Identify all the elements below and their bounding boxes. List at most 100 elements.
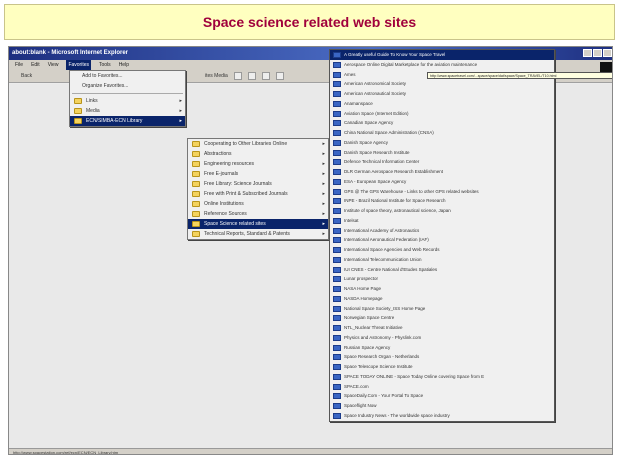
ecn-folder-item[interactable]: Online Institutions ▸ <box>188 199 328 209</box>
site-link-item[interactable]: Space Industry News - The worldwide spac… <box>330 411 554 421</box>
submenu-arrow-icon: ▸ <box>322 141 325 147</box>
menu-view[interactable]: View <box>48 60 59 70</box>
status-text: http://www.spacestation.com/ref/ecn/ECN/… <box>13 450 119 455</box>
slide-title: Space science related web sites <box>202 14 417 30</box>
site-link-item[interactable]: GPS @ The GPS Warehouse - Links to other… <box>330 187 554 197</box>
ecn-folder-item[interactable]: Free with Print & Subscribed Journals ▸ <box>188 189 328 199</box>
web-page-icon <box>333 139 341 146</box>
favorites-folder-ecn[interactable]: ECN/SIMBA-ECN Library ▸ <box>70 116 185 126</box>
menu-file[interactable]: File <box>15 60 23 70</box>
web-page-icon <box>333 393 341 400</box>
site-link-item[interactable]: INPE - Brazil National Institute for Spa… <box>330 196 554 206</box>
favorites-folder-media[interactable]: Media ▸ <box>70 106 185 116</box>
web-page-icon <box>333 412 341 419</box>
site-link-item[interactable]: NASA Home Page <box>330 284 554 294</box>
site-link-item[interactable]: Institute of space theory, astronautical… <box>330 206 554 216</box>
web-page-icon <box>333 217 341 224</box>
folder-icon <box>192 231 200 237</box>
submenu-arrow-icon: ▸ <box>322 231 325 237</box>
mail-icon[interactable] <box>247 72 256 80</box>
folder-icon <box>192 201 200 207</box>
back-button[interactable]: Back <box>21 73 32 79</box>
status-bar: http://www.spacestation.com/ref/ecn/ECN/… <box>9 448 612 455</box>
browser-screenshot: about:blank - Microsoft Internet Explore… <box>8 46 613 455</box>
organize-favorites-item[interactable]: Organize Favorites... <box>70 81 185 91</box>
ecn-folder-item[interactable]: Reference Sources ▸ <box>188 209 328 219</box>
minimize-button[interactable] <box>583 49 592 57</box>
favorites-menu: Add to Favorites... Organize Favorites..… <box>69 70 186 127</box>
site-link-item[interactable]: International Aeronautical Federation (I… <box>330 235 554 245</box>
ecn-folder-item[interactable]: Free E-journals ▸ <box>188 169 328 179</box>
site-link-item[interactable]: SPACE TODAY ONLINE - Space Today Online … <box>330 372 554 382</box>
web-page-icon <box>333 71 341 78</box>
ecn-folder-item[interactable]: Free Library: Science Journals ▸ <box>188 179 328 189</box>
site-link-item[interactable]: International Academy of Astronautics <box>330 226 554 236</box>
site-link-item[interactable]: Canadian Space Agency <box>330 118 554 128</box>
submenu-arrow-icon: ▸ <box>322 181 325 187</box>
web-page-icon <box>333 208 341 214</box>
submenu-arrow-icon: ▸ <box>179 98 182 104</box>
site-link-item[interactable]: NTL_Nuclear Threat Initiative <box>330 323 554 333</box>
web-page-icon <box>333 305 341 312</box>
toolbar-favorites-label[interactable]: ites Media <box>205 70 228 83</box>
site-link-item[interactable]: SPACE.com <box>330 382 554 392</box>
web-page-icon <box>333 237 341 244</box>
site-link-item[interactable]: Aerospace Online Digital Marketplace for… <box>330 60 554 70</box>
site-link-item[interactable]: Physics and Astronomy - Physlink.com <box>330 333 554 343</box>
site-link-item[interactable]: Intelsat <box>330 216 554 226</box>
menu-favorites[interactable]: Favorites <box>66 60 91 70</box>
site-link-item[interactable]: Space Telescope Science Institute <box>330 362 554 372</box>
web-page-icon <box>333 61 341 68</box>
site-link-item[interactable]: American Astronautical Society <box>330 89 554 99</box>
site-link-item[interactable]: Anamanspace <box>330 99 554 109</box>
site-link-item[interactable]: China National Space Administration (CNS… <box>330 128 554 138</box>
site-link-item[interactable]: National Space Society_ISS Home Page <box>330 304 554 314</box>
print-icon[interactable] <box>261 72 270 80</box>
menu-separator <box>72 93 183 94</box>
edit-icon[interactable] <box>275 72 284 80</box>
site-link-item[interactable]: IUI CNES - Centre National d'Etudes Spat… <box>330 265 554 275</box>
history-icon[interactable] <box>233 72 242 80</box>
menu-edit[interactable]: Edit <box>31 60 40 70</box>
submenu-arrow-icon: ▸ <box>322 161 325 167</box>
site-link-item[interactable]: Lunar prospector <box>330 274 554 284</box>
site-link-item[interactable]: A Greatly useful Guide To Know Your Spac… <box>330 50 554 60</box>
submenu-arrow-icon: ▸ <box>179 118 182 124</box>
maximize-button[interactable] <box>593 49 602 57</box>
submenu-arrow-icon: ▸ <box>322 221 325 227</box>
ecn-folder-item[interactable]: Cooperating to Other Libraries Online ▸ <box>188 139 328 149</box>
web-page-icon <box>333 286 341 292</box>
site-link-item[interactable]: International Telecommunication Union <box>330 255 554 265</box>
web-page-icon <box>333 344 341 351</box>
web-page-icon <box>333 110 341 117</box>
site-link-item[interactable]: NASDA Homepage <box>330 294 554 304</box>
site-link-item[interactable]: Defence Technical Information Center <box>330 157 554 167</box>
site-link-item[interactable]: Danish Space Agency <box>330 138 554 148</box>
ecn-folder-item[interactable]: Technical Reports, Standard & Patents ▸ <box>188 229 328 239</box>
web-page-icon <box>333 178 341 185</box>
ecn-folder-item[interactable]: Space Science related sites ▸ <box>188 219 328 229</box>
close-button[interactable] <box>603 49 612 57</box>
site-link-item[interactable]: Spaceflight Now <box>330 401 554 411</box>
folder-icon <box>192 211 200 217</box>
menu-tools[interactable]: Tools <box>99 60 111 70</box>
favorites-folder-links[interactable]: Links ▸ <box>70 96 185 106</box>
site-link-item[interactable]: International Space Agencies and Web Rec… <box>330 245 554 255</box>
web-page-icon <box>333 247 341 253</box>
web-page-icon <box>333 325 341 331</box>
site-link-item[interactable]: Russian Space Agency <box>330 343 554 353</box>
site-link-item[interactable]: Aviation Space (Internet Edition) <box>330 109 554 119</box>
ie-logo-icon <box>600 62 612 72</box>
menu-help[interactable]: Help <box>119 60 129 70</box>
site-link-item[interactable]: Danish Space Research Institute <box>330 148 554 158</box>
site-link-item[interactable]: SpaceDaily.Com - Your Portal To Space <box>330 391 554 401</box>
site-link-item[interactable]: American Astronomical Society <box>330 79 554 89</box>
web-page-icon <box>333 373 341 380</box>
site-link-item[interactable]: Norwegian Space Centre <box>330 313 554 323</box>
add-to-favorites-item[interactable]: Add to Favorites... <box>70 71 185 81</box>
ecn-folder-item[interactable]: Engineering resources ▸ <box>188 159 328 169</box>
ecn-folder-item[interactable]: Abstractions ▸ <box>188 149 328 159</box>
site-link-item[interactable]: ESA - European Space Agency <box>330 177 554 187</box>
site-link-item[interactable]: DLR German Aerospace Research Establishm… <box>330 167 554 177</box>
site-link-item[interactable]: Space Research Organ - Netherlands <box>330 352 554 362</box>
